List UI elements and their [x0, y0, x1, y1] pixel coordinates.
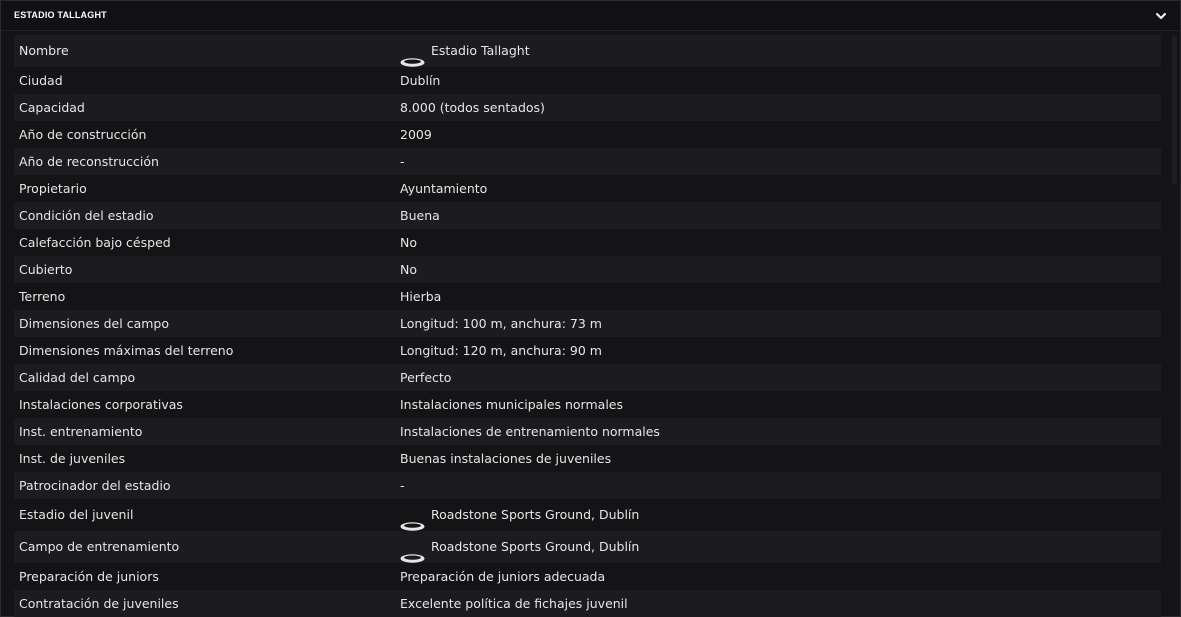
table-row: Instalaciones corporativas Instalaciones…: [14, 391, 1161, 418]
table-row: Patrocinador del estadio -: [14, 472, 1161, 499]
row-label: Terreno: [19, 289, 66, 304]
row-value: -: [400, 478, 405, 493]
row-label: Ciudad: [19, 73, 63, 88]
table-row: Inst. entrenamiento Instalaciones de ent…: [14, 418, 1161, 445]
stadium-details-list: Nombre Estadio Tallaght Ciudad Dublín Ca…: [14, 35, 1161, 617]
row-value: Roadstone Sports Ground, Dublín: [431, 507, 640, 522]
row-value: -: [400, 154, 405, 169]
table-row: Terreno Hierba: [14, 283, 1161, 310]
table-row: Capacidad 8.000 (todos sentados): [14, 94, 1161, 121]
table-row: Contratación de juveniles Excelente polí…: [14, 590, 1161, 617]
row-value: Instalaciones de entrenamiento normales: [400, 424, 660, 439]
scrollbar[interactable]: [1172, 35, 1177, 613]
table-row: Cubierto No: [14, 256, 1161, 283]
stadium-icon: [400, 47, 425, 67]
stadium-icon: [400, 511, 425, 531]
row-label: Contratación de juveniles: [19, 596, 179, 611]
stadium-link[interactable]: Estadio Tallaght: [400, 35, 530, 67]
row-value: No: [400, 262, 417, 277]
table-row: Dimensiones máximas del terreno Longitud…: [14, 337, 1161, 364]
row-value: Estadio Tallaght: [431, 43, 530, 58]
stadium-icon: [400, 543, 425, 563]
table-row: Inst. de juveniles Buenas instalaciones …: [14, 445, 1161, 472]
chevron-down-icon[interactable]: [1154, 8, 1168, 22]
stadium-info-panel: ESTADIO TALLAGHT Nombre Estadio Tallaght…: [0, 0, 1181, 617]
row-value: Excelente política de fichajes juvenil: [400, 596, 628, 611]
row-label: Calidad del campo: [19, 370, 136, 385]
row-label: Capacidad: [19, 100, 85, 115]
row-value: Dublín: [400, 73, 441, 88]
row-label: Año de reconstrucción: [19, 154, 159, 169]
row-value: Longitud: 120 m, anchura: 90 m: [400, 343, 602, 358]
table-row: Condición del estadio Buena: [14, 202, 1161, 229]
row-label: Campo de entrenamiento: [19, 539, 180, 554]
row-value: Buenas instalaciones de juveniles: [400, 451, 612, 466]
row-label: Instalaciones corporativas: [19, 397, 183, 412]
youth-stadium-link[interactable]: Roadstone Sports Ground, Dublín: [400, 499, 639, 531]
table-row: Calefacción bajo césped No: [14, 229, 1161, 256]
table-row: Nombre Estadio Tallaght: [14, 35, 1161, 67]
row-value: Buena: [400, 208, 440, 223]
row-value: 2009: [400, 127, 432, 142]
row-label: Cubierto: [19, 262, 73, 277]
row-label: Inst. entrenamiento: [19, 424, 143, 439]
table-row: Propietario Ayuntamiento: [14, 175, 1161, 202]
table-row: Preparación de juniors Preparación de ju…: [14, 563, 1161, 590]
row-value: 8.000 (todos sentados): [400, 100, 545, 115]
table-row: Año de construcción 2009: [14, 121, 1161, 148]
table-row: Año de reconstrucción -: [14, 148, 1161, 175]
row-value: No: [400, 235, 417, 250]
row-value: Ayuntamiento: [400, 181, 488, 196]
row-value: Preparación de juniors adecuada: [400, 569, 606, 584]
row-label: Propietario: [19, 181, 87, 196]
row-value: Perfecto: [400, 370, 452, 385]
row-label: Dimensiones máximas del terreno: [19, 343, 234, 358]
row-label: Patrocinador del estadio: [19, 478, 171, 493]
row-label: Estadio del juvenil: [19, 507, 134, 522]
panel-header[interactable]: ESTADIO TALLAGHT: [1, 1, 1180, 31]
row-label: Nombre: [19, 43, 69, 58]
training-ground-link[interactable]: Roadstone Sports Ground, Dublín: [400, 531, 639, 563]
row-label: Calefacción bajo césped: [19, 235, 171, 250]
row-label: Dimensiones del campo: [19, 316, 169, 331]
table-row: Calidad del campo Perfecto: [14, 364, 1161, 391]
row-label: Preparación de juniors: [19, 569, 159, 584]
row-label: Año de construcción: [19, 127, 147, 142]
row-value: Longitud: 100 m, anchura: 73 m: [400, 316, 602, 331]
table-row: Estadio del juvenil Roadstone Sports Gro…: [14, 499, 1161, 531]
row-label: Condición del estadio: [19, 208, 154, 223]
scrollbar-thumb[interactable]: [1172, 35, 1177, 185]
row-value: Instalaciones municipales normales: [400, 397, 623, 412]
row-value: Hierba: [400, 289, 442, 304]
row-value: Roadstone Sports Ground, Dublín: [431, 539, 640, 554]
panel-title: ESTADIO TALLAGHT: [14, 10, 107, 20]
table-row: Ciudad Dublín: [14, 67, 1161, 94]
table-row: Dimensiones del campo Longitud: 100 m, a…: [14, 310, 1161, 337]
row-label: Inst. de juveniles: [19, 451, 126, 466]
table-row: Campo de entrenamiento Roadstone Sports …: [14, 531, 1161, 563]
